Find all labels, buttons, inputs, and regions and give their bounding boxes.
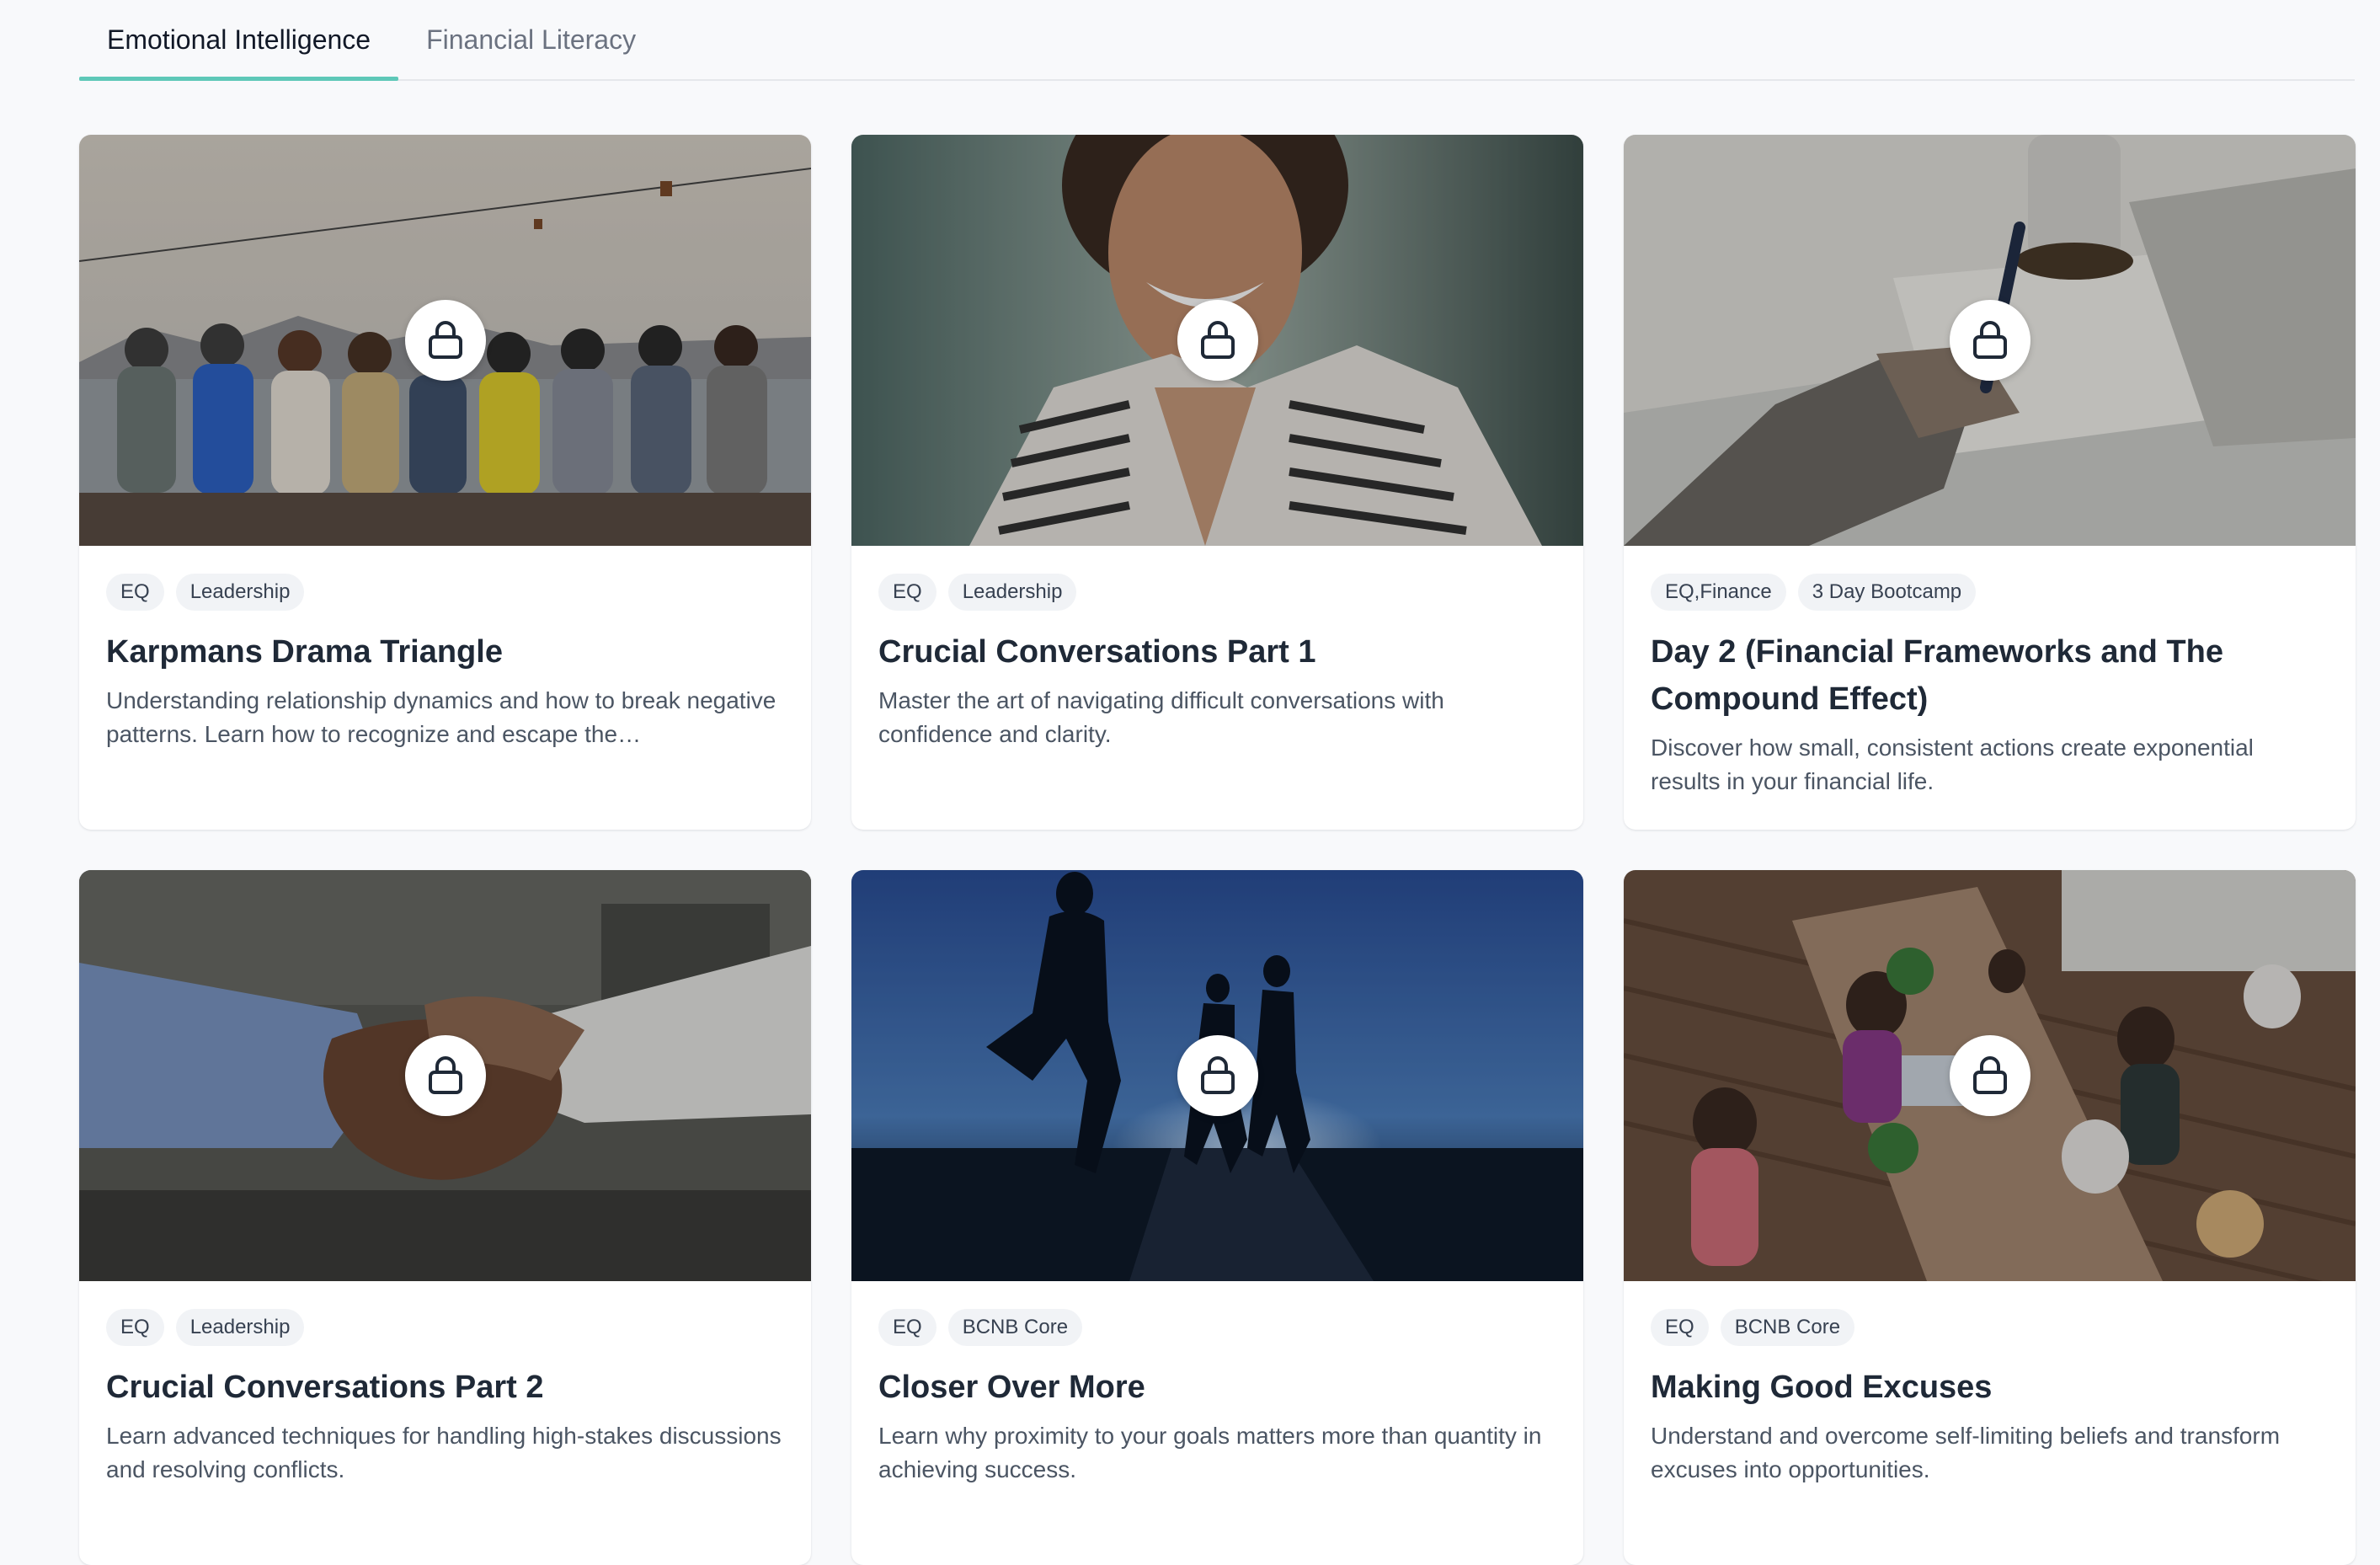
course-info: EQ Leadership Karpmans Drama Triangle Un…	[106, 573, 784, 751]
tab-financial-literacy[interactable]: Financial Literacy	[398, 0, 664, 79]
page: Emotional Intelligence Financial Literac…	[0, 0, 2380, 1565]
course-card[interactable]: EQ Leadership Crucial Conversations Part…	[79, 870, 811, 1565]
course-title: Day 2 (Financial Frameworks and The Comp…	[1651, 634, 2223, 717]
category-tabs: Emotional Intelligence Financial Literac…	[79, 0, 2355, 81]
tag: EQ	[106, 574, 164, 611]
course-thumbnail	[1624, 870, 2356, 1281]
course-description: Master the art of navigating difficult c…	[878, 687, 1444, 747]
course-card[interactable]: EQ Leadership Crucial Conversations Part…	[851, 135, 1583, 830]
lock-icon	[1177, 300, 1258, 381]
lock-icon	[404, 1035, 486, 1116]
course-thumbnail	[851, 135, 1583, 546]
course-title: Making Good Excuses	[1651, 1370, 1993, 1405]
tag: Leadership	[175, 1309, 305, 1346]
tag: 3 Day Bootcamp	[1797, 574, 1977, 611]
tag-list: EQ Leadership	[106, 1308, 784, 1347]
tag: EQ,Finance	[1651, 574, 1786, 611]
course-title: Closer Over More	[878, 1370, 1145, 1405]
tab-emotional-intelligence[interactable]: Emotional Intelligence	[79, 0, 399, 81]
course-card[interactable]: EQ Leadership Karpmans Drama Triangle Un…	[79, 135, 811, 830]
tag: EQ	[1651, 1309, 1709, 1346]
tag: BCNB Core	[947, 1309, 1083, 1346]
tag: EQ	[106, 1309, 164, 1346]
lock-icon	[1949, 1035, 2030, 1116]
course-card[interactable]: EQ BCNB Core Making Good Excuses Underst…	[1624, 870, 2356, 1565]
tag-list: EQ,Finance 3 Day Bootcamp	[1651, 573, 2329, 612]
course-thumbnail	[851, 870, 1583, 1281]
course-info: EQ BCNB Core Making Good Excuses Underst…	[1651, 1308, 2329, 1487]
course-title: Crucial Conversations Part 2	[106, 1370, 544, 1405]
course-description: Discover how small, consistent actions c…	[1651, 734, 2254, 794]
course-thumbnail	[79, 870, 811, 1281]
course-info: EQ Leadership Crucial Conversations Part…	[106, 1308, 784, 1487]
lock-icon	[1177, 1035, 1258, 1116]
course-title: Karpmans Drama Triangle	[106, 634, 503, 670]
course-thumbnail	[1624, 135, 2356, 546]
course-info: EQ Leadership Crucial Conversations Part…	[878, 573, 1556, 751]
course-description: Learn advanced techniques for handling h…	[106, 1423, 782, 1482]
lock-icon	[1949, 300, 2030, 381]
tag: EQ	[878, 1309, 937, 1346]
course-description: Understand and overcome self-limiting be…	[1651, 1423, 2281, 1482]
course-thumbnail	[79, 135, 811, 546]
tag-list: EQ Leadership	[878, 573, 1556, 612]
tag-list: EQ BCNB Core	[878, 1308, 1556, 1347]
tag: EQ	[878, 574, 937, 611]
course-info: EQ BCNB Core Closer Over More Learn why …	[878, 1308, 1556, 1487]
course-description: Understanding relationship dynamics and …	[106, 687, 776, 747]
course-title: Crucial Conversations Part 1	[878, 634, 1316, 670]
course-card[interactable]: EQ BCNB Core Closer Over More Learn why …	[851, 870, 1583, 1565]
course-info: EQ,Finance 3 Day Bootcamp Day 2 (Financi…	[1651, 573, 2329, 799]
tag-list: EQ BCNB Core	[1651, 1308, 2329, 1347]
tag-list: EQ Leadership	[106, 573, 784, 612]
course-description: Learn why proximity to your goals matter…	[878, 1423, 1542, 1482]
lock-icon	[404, 300, 486, 381]
tag: Leadership	[175, 574, 305, 611]
tag: BCNB Core	[1720, 1309, 1855, 1346]
course-card[interactable]: EQ,Finance 3 Day Bootcamp Day 2 (Financi…	[1624, 135, 2356, 830]
tag: Leadership	[947, 574, 1077, 611]
